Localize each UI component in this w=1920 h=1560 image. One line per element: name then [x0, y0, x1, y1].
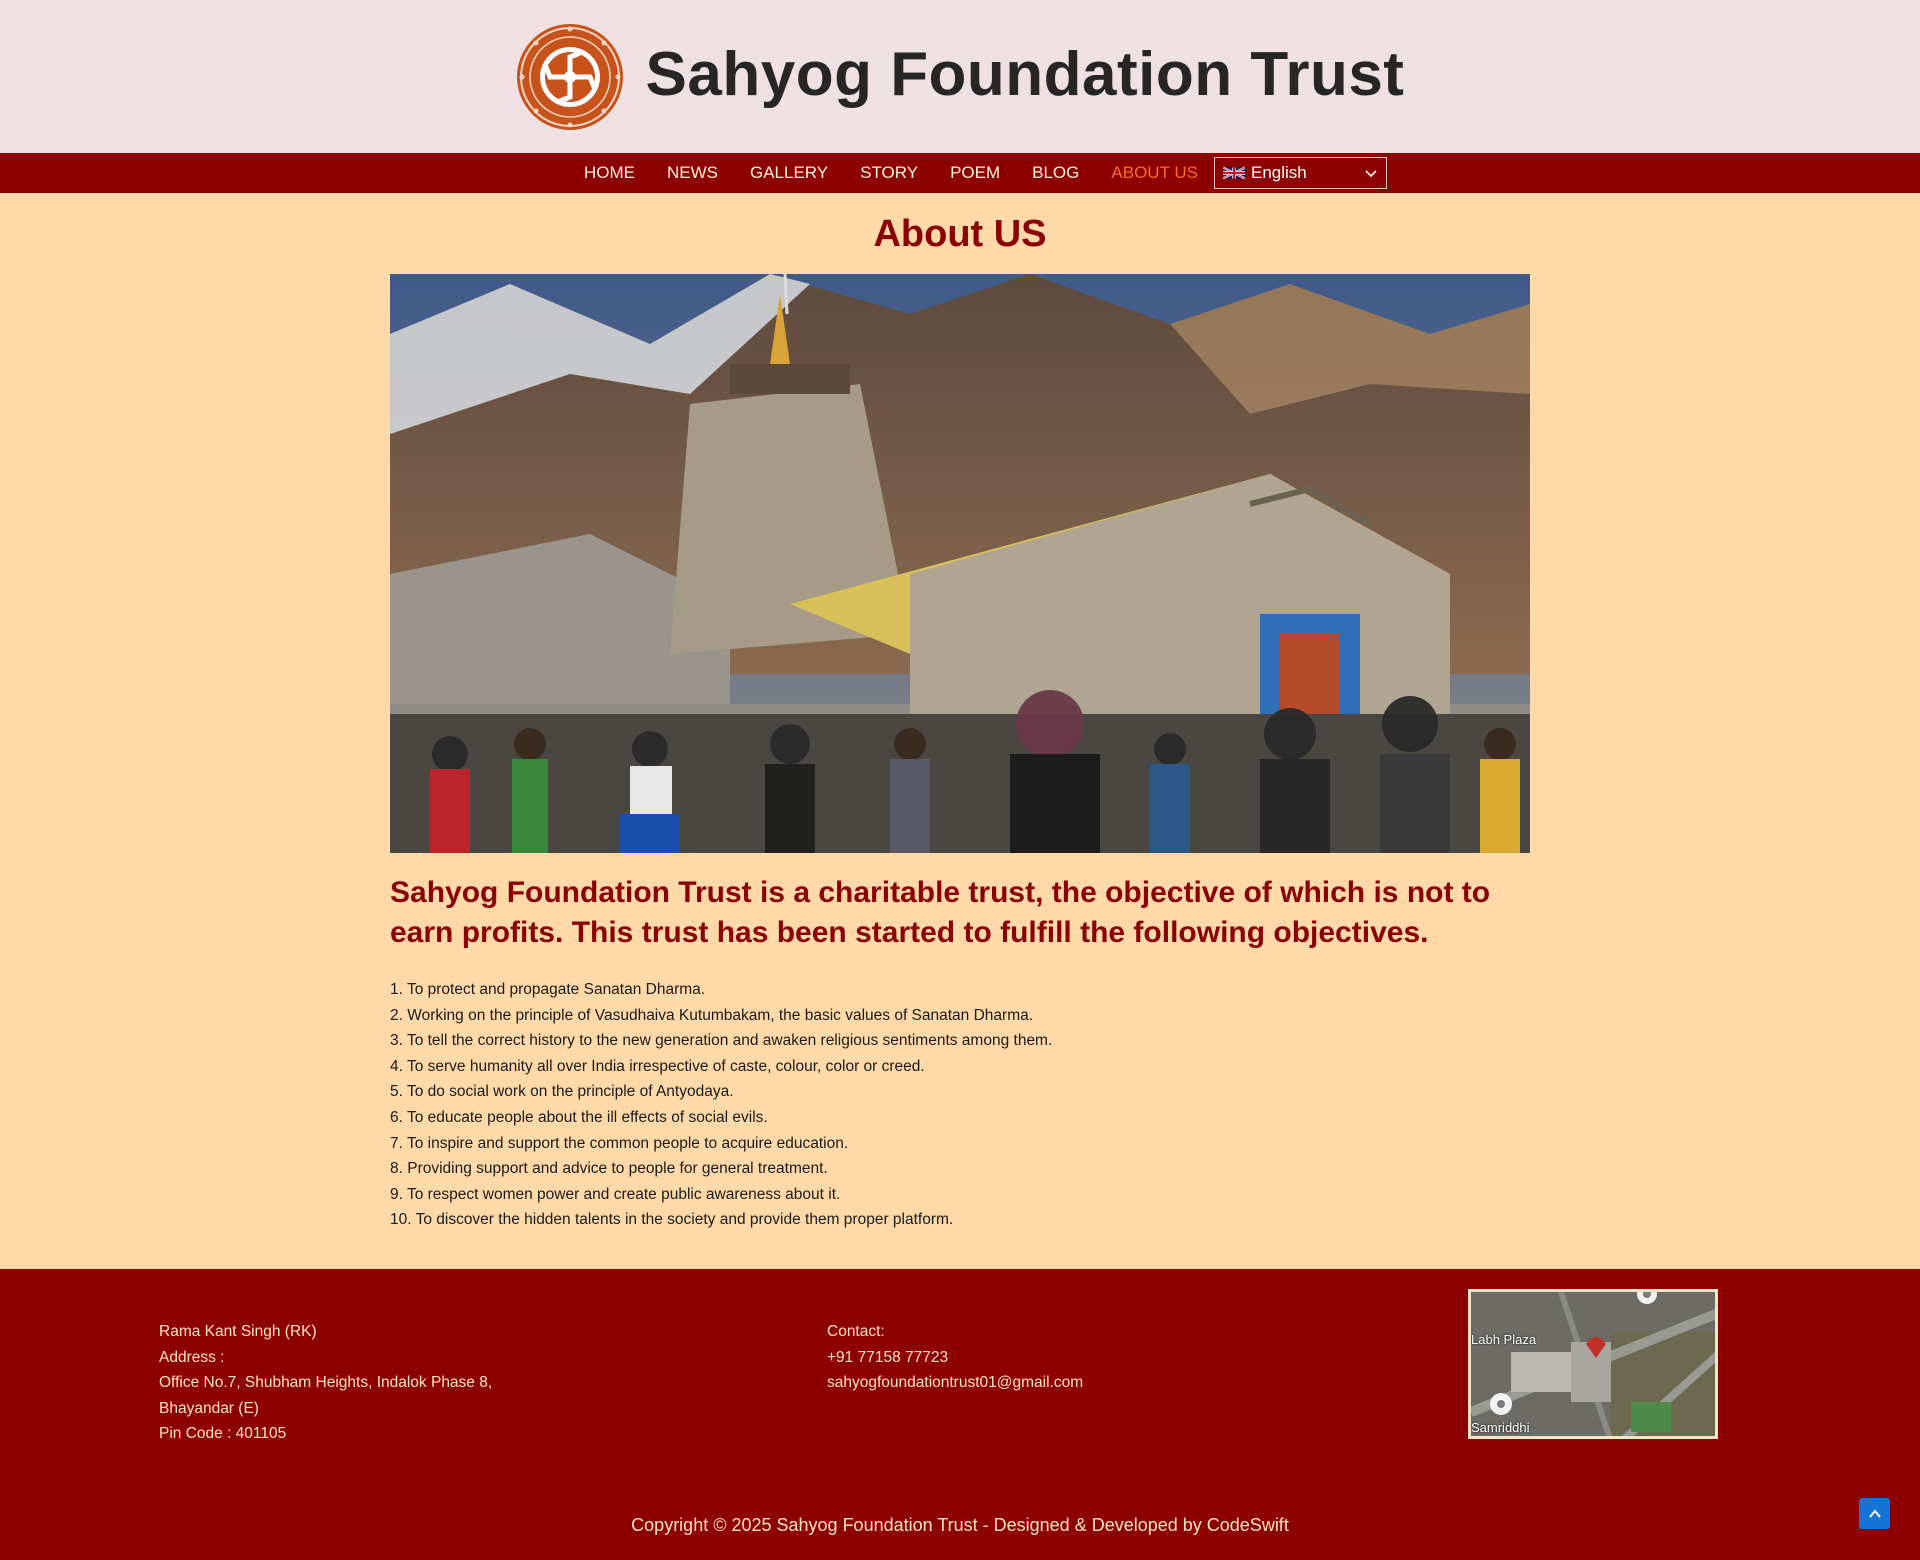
site-title: Sahyog Foundation Trust [645, 40, 1405, 109]
footer-email-link[interactable]: sahyogfoundationtrust01@gmail.com [827, 1370, 1083, 1396]
map-label: Labh Plaza [1471, 1332, 1537, 1347]
copyright-text: Copyright © 2025 Sahyog Foundation Trust… [631, 1515, 1289, 1535]
footer-address-label: Address : [159, 1348, 225, 1366]
language-label: English [1250, 163, 1307, 182]
footer-contact-label: Contact: [827, 1323, 885, 1340]
nav-list: HOME NEWS GALLERY STORY POEM BLOG ABOUT … [533, 163, 1214, 183]
map-label: Samriddhi [1471, 1420, 1530, 1435]
map-image [1471, 1292, 1715, 1436]
list-item: 10. To discover the hidden talents in th… [390, 1211, 954, 1229]
chevron-up-icon [1868, 1508, 1881, 1518]
list-item: 6. To educate people about the ill effec… [390, 1108, 768, 1126]
list-item: 2. Working on the principle of Vasudhaiv… [390, 1006, 1034, 1024]
list-item: 5. To do social work on the principle of… [390, 1083, 734, 1101]
language-select[interactable]: English [1213, 157, 1387, 189]
nav-item-news[interactable]: NEWS [651, 163, 734, 183]
temple-hero-image [390, 274, 1530, 853]
objectives-list: 1. To protect and propagate Sanatan Dhar… [390, 977, 1530, 1233]
nav-item-gallery[interactable]: GALLERY [734, 163, 844, 183]
main-content: About US Sahyog Foundation Trust is a ch… [390, 193, 1530, 1233]
list-item: 8. Providing support and advice to peopl… [390, 1160, 828, 1178]
dharma-wheel-logo-icon[interactable] [516, 23, 624, 131]
footer-contact-name: Rama Kant Singh (RK) [159, 1323, 317, 1340]
list-item: 1. To protect and propagate Sanatan Dhar… [390, 981, 706, 998]
location-map[interactable]: Labh Plaza Samriddhi [1468, 1289, 1718, 1439]
nav-item-home[interactable]: HOME [568, 163, 651, 183]
page-title: About US [873, 213, 1047, 255]
nav-item-poem[interactable]: POEM [934, 163, 1016, 183]
footer-pin-code: Pin Code : 401105 [159, 1425, 287, 1443]
footer-contact: Contact: +91 77158 77723 sahyogfoundatio… [827, 1319, 1083, 1396]
nav-item-about-us[interactable]: ABOUT US [1095, 163, 1214, 183]
footer-address-line: Office No.7, Shubham Heights, Indalok Ph… [159, 1374, 493, 1392]
footer-address: Rama Kant Singh (RK) Address : Office No… [159, 1319, 492, 1447]
footer-address-line: Bhayandar (E) [159, 1399, 259, 1417]
nav-item-blog[interactable]: BLOG [1016, 163, 1095, 183]
nav-item-story[interactable]: STORY [844, 163, 934, 183]
uk-flag-icon [1222, 166, 1245, 180]
about-lead-text: Sahyog Foundation Trust is a charitable … [390, 876, 1491, 949]
list-item: 9. To respect women power and create pub… [390, 1185, 841, 1203]
footer-phone-link[interactable]: +91 77158 77723 [827, 1345, 1083, 1371]
list-item: 3. To tell the correct history to the ne… [390, 1032, 1053, 1050]
chevron-down-icon [1365, 170, 1377, 178]
list-item: 4. To serve humanity all over India irre… [390, 1057, 925, 1075]
site-footer: Rama Kant Singh (RK) Address : Office No… [0, 1269, 1920, 1560]
main-nav: HOME NEWS GALLERY STORY POEM BLOG ABOUT … [0, 153, 1920, 193]
scroll-to-top-button[interactable] [1859, 1498, 1890, 1529]
list-item: 7. To inspire and support the common peo… [390, 1134, 849, 1152]
site-header: Sahyog Foundation Trust [0, 0, 1920, 153]
